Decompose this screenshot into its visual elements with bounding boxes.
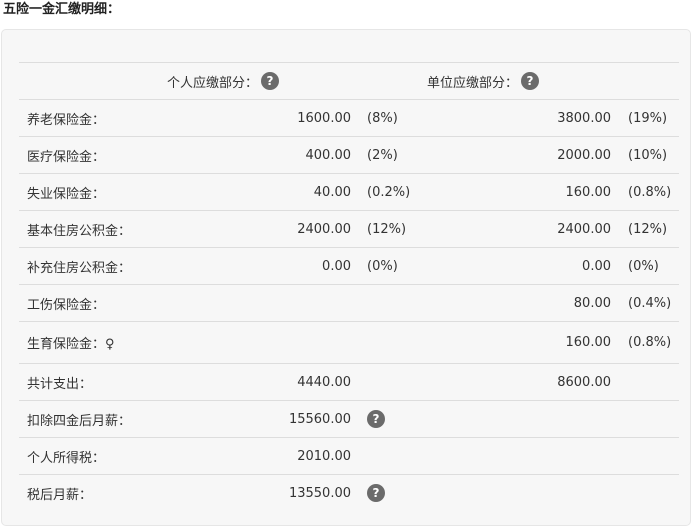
company-amount: 80.00: [573, 295, 611, 311]
table-row: 工伤保险金： 80.00 (0.4%): [19, 284, 679, 321]
company-rate: (0.8%): [628, 335, 672, 350]
personal-rate: (0%): [367, 258, 398, 274]
table-header-row: 个人应缴部分： ? 单位应缴部分： ?: [19, 62, 679, 99]
table-row: 医疗保险金： 400.00 (2%) 2000.00 (10%): [19, 136, 679, 173]
company-amount: 3800.00: [557, 110, 611, 126]
total-personal: 4440.00: [297, 374, 351, 390]
company-amount: 2400.00: [557, 221, 611, 237]
row-label: 补充住房公积金：: [27, 260, 132, 276]
detail-panel: 个人应缴部分： ? 单位应缴部分： ? 养老保险金： 1600.00 (8%) …: [1, 29, 691, 526]
personal-header: 个人应缴部分： ?: [167, 63, 280, 99]
row-label: 医疗保险金：: [27, 149, 106, 165]
net-salary-row: 税后月薪： 13550.00 ?: [19, 474, 679, 511]
after-deduct-label: 扣除四金后月薪：: [27, 413, 132, 429]
tax-value: 2010.00: [297, 448, 351, 464]
net-salary-help-icon[interactable]: ?: [367, 484, 385, 502]
table-row: 基本住房公积金： 2400.00 (12%) 2400.00 (12%): [19, 210, 679, 247]
row-label: 工伤保险金：: [27, 297, 106, 313]
net-salary-label: 税后月薪：: [27, 487, 93, 503]
personal-amount: 40.00: [313, 184, 351, 200]
company-rate: (0%): [628, 258, 659, 274]
total-label: 共计支出：: [27, 376, 93, 392]
tax-row: 个人所得税： 2010.00: [19, 437, 679, 474]
company-rate: (12%): [628, 221, 668, 237]
row-label: 失业保险金：: [27, 186, 106, 202]
company-amount: 160.00: [565, 335, 612, 350]
row-label: 养老保险金：: [27, 112, 106, 128]
after-deduct-help-icon[interactable]: ?: [367, 410, 385, 428]
company-rate: (0.4%): [628, 295, 672, 311]
after-deduct-value: 15560.00: [288, 411, 351, 427]
tax-label: 个人所得税：: [27, 450, 106, 466]
personal-rate: (12%): [367, 221, 407, 237]
company-rate: (0.8%): [628, 184, 672, 200]
row-label: 生育保险金：♀: [27, 337, 115, 352]
company-header-label: 单位应缴部分：: [427, 75, 519, 91]
table-row: 失业保险金： 40.00 (0.2%) 160.00 (0.8%): [19, 173, 679, 210]
total-row: 共计支出： 4440.00 8600.00: [19, 363, 679, 400]
net-salary-help: ?: [367, 475, 385, 511]
total-company: 8600.00: [557, 374, 611, 390]
net-salary-value: 13550.00: [288, 485, 351, 501]
company-header: 单位应缴部分： ?: [427, 63, 540, 99]
personal-help-icon[interactable]: ?: [261, 72, 280, 90]
company-help-icon[interactable]: ?: [521, 72, 540, 90]
personal-amount: 1600.00: [297, 110, 351, 126]
after-deduct-row: 扣除四金后月薪： 15560.00 ?: [19, 400, 679, 437]
personal-rate: (8%): [367, 110, 398, 126]
after-deduct-help: ?: [367, 401, 385, 437]
company-amount: 0.00: [582, 258, 611, 274]
personal-rate: (2%): [367, 147, 398, 163]
company-amount: 160.00: [565, 184, 612, 200]
personal-rate: (0.2%): [367, 184, 411, 200]
company-amount: 2000.00: [557, 147, 611, 163]
company-rate: (19%): [628, 110, 668, 126]
detail-table: 个人应缴部分： ? 单位应缴部分： ? 养老保险金： 1600.00 (8%) …: [19, 62, 679, 511]
personal-amount: 2400.00: [297, 221, 351, 237]
row-label: 基本住房公积金：: [27, 223, 132, 239]
page-title: 五险一金汇缴明细：: [3, 2, 121, 17]
table-row: 生育保险金：♀ 160.00 (0.8%): [19, 321, 679, 363]
personal-header-label: 个人应缴部分：: [167, 75, 259, 91]
table-row: 补充住房公积金： 0.00 (0%) 0.00 (0%): [19, 247, 679, 284]
company-rate: (10%): [628, 147, 668, 163]
personal-amount: 0.00: [322, 258, 351, 274]
table-row: 养老保险金： 1600.00 (8%) 3800.00 (19%): [19, 99, 679, 136]
personal-amount: 400.00: [305, 147, 352, 163]
